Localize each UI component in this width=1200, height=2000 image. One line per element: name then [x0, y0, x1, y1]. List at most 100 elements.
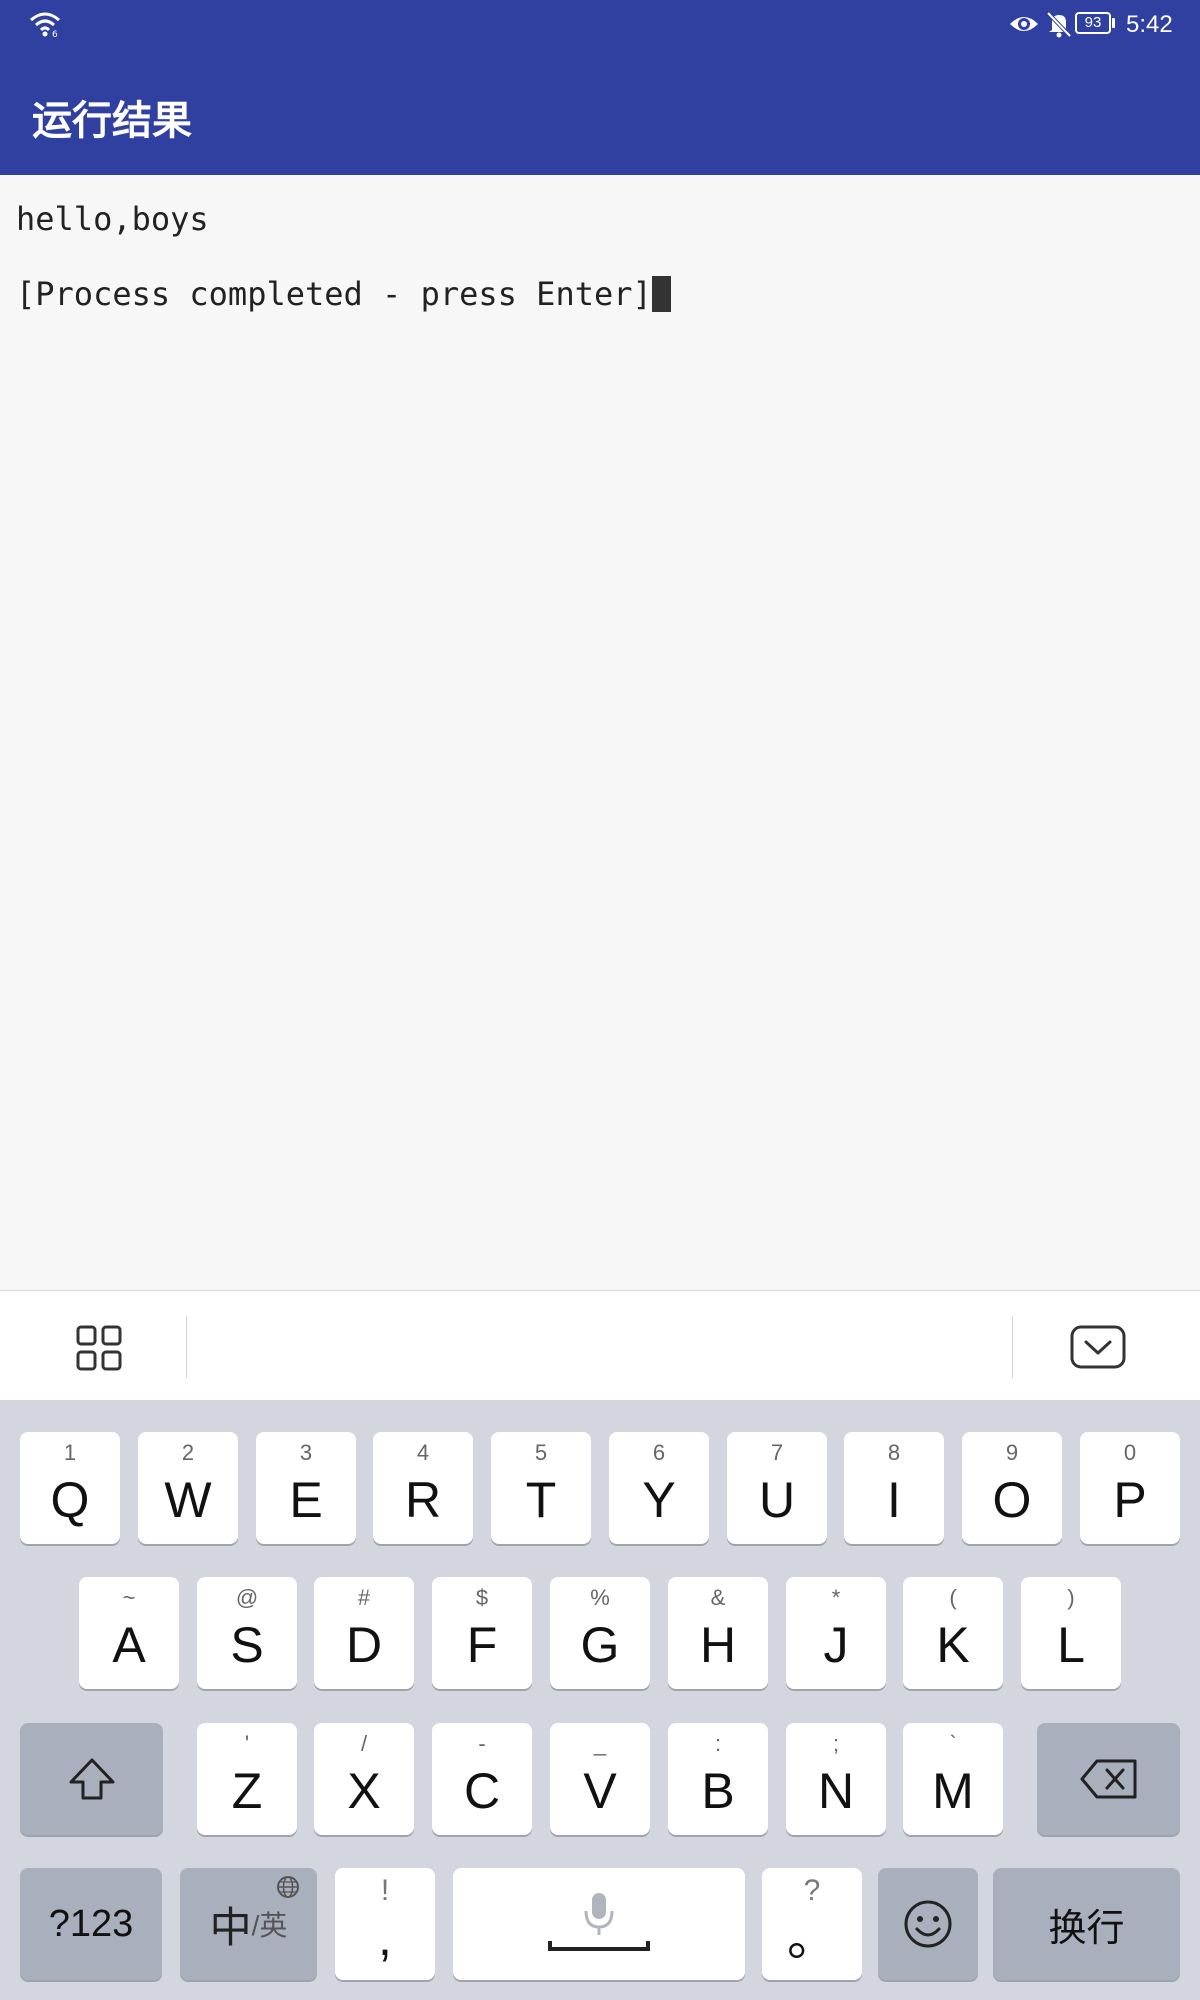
soft-keyboard: 1Q 2W 3E 4R 5T 6Y 7U 8I 9O 0P ~ A @ S # D $…	[0, 1400, 1200, 2000]
key-label: H	[699, 1617, 737, 1673]
terminal-line: [Process completed - press Enter]	[16, 275, 652, 313]
key-i[interactable]: 8I	[844, 1432, 944, 1544]
period-key[interactable]: ? 。	[762, 1868, 862, 1980]
key-p[interactable]: 0P	[1080, 1432, 1180, 1544]
grid-icon[interactable]	[76, 1325, 122, 1371]
wifi-icon: 6	[30, 12, 60, 38]
key-e[interactable]: 3E	[256, 1432, 356, 1544]
key-d[interactable]: # D	[314, 1577, 414, 1689]
key-a[interactable]: ~ A	[79, 1577, 179, 1689]
key-label: B	[701, 1763, 735, 1819]
comma-key[interactable]: ! ,	[335, 1868, 435, 1980]
key-alt: 2	[181, 1440, 195, 1465]
key-g[interactable]: % G	[550, 1577, 650, 1689]
key-z[interactable]: ' Z	[197, 1723, 297, 1835]
svg-text:6: 6	[52, 30, 58, 38]
toolbar-divider	[186, 1316, 187, 1378]
key-t[interactable]: 5T	[491, 1432, 591, 1544]
status-bar: 6 93 5:42	[0, 0, 1200, 50]
key-v[interactable]: _ V	[550, 1723, 650, 1835]
key-alt: 6	[652, 1440, 666, 1465]
backspace-icon	[1080, 1759, 1136, 1799]
key-label: L	[1057, 1617, 1085, 1673]
key-label: W	[164, 1472, 212, 1528]
key-label: O	[992, 1472, 1032, 1528]
key-sublabel: /英	[251, 1910, 288, 1941]
battery-tip	[1112, 18, 1115, 28]
key-n[interactable]: ; N	[786, 1723, 886, 1835]
key-alt: 3	[299, 1440, 313, 1465]
key-label: S	[230, 1617, 264, 1673]
key-alt: /	[360, 1731, 368, 1756]
key-label: C	[463, 1763, 501, 1819]
key-label: ?123	[48, 1902, 134, 1945]
key-label: U	[758, 1472, 796, 1528]
key-u[interactable]: 7U	[727, 1432, 827, 1544]
key-alt: _	[593, 1731, 607, 1756]
key-alt: '	[244, 1731, 250, 1756]
toolbar-divider	[1012, 1316, 1013, 1378]
key-c[interactable]: -C	[432, 1723, 532, 1835]
terminal-output[interactable]: hello,boys [Process completed - press En…	[0, 175, 1200, 1290]
terminal-line: hello,boys	[16, 200, 209, 238]
key-label: T	[525, 1472, 557, 1528]
eye-icon	[1010, 17, 1038, 31]
space-key[interactable]	[453, 1868, 745, 1980]
emoji-icon	[904, 1900, 952, 1948]
key-x[interactable]: / X	[314, 1723, 414, 1835]
key-w[interactable]: 2W	[138, 1432, 238, 1544]
key-label: 中	[209, 1903, 252, 1951]
key-label: A	[112, 1617, 146, 1673]
key-h[interactable]: & H	[668, 1577, 768, 1689]
key-k[interactable]: (K	[903, 1577, 1003, 1689]
key-alt: )	[1067, 1585, 1075, 1610]
key-label: N	[817, 1763, 855, 1819]
key-l[interactable]: ) L	[1021, 1577, 1121, 1689]
key-alt: ;	[832, 1731, 840, 1756]
app-bar: 运行结果	[0, 50, 1200, 175]
key-label: F	[466, 1617, 498, 1673]
text-cursor	[651, 276, 671, 312]
key-alt: 4	[416, 1440, 430, 1465]
key-r[interactable]: 4R	[373, 1432, 473, 1544]
backspace-key[interactable]	[1037, 1723, 1180, 1835]
key-o[interactable]: 9O	[962, 1432, 1062, 1544]
key-s[interactable]: @ S	[197, 1577, 297, 1689]
key-label: I	[887, 1472, 901, 1528]
key-alt: $	[475, 1585, 489, 1610]
key-label: V	[583, 1763, 617, 1819]
shift-key[interactable]	[20, 1723, 163, 1835]
key-label: D	[345, 1617, 383, 1673]
key-label: P	[1113, 1472, 1147, 1528]
key-label: 。	[787, 1910, 837, 1966]
key-m[interactable]: ` M	[903, 1723, 1003, 1835]
key-alt: 1	[63, 1440, 77, 1465]
key-j[interactable]: * J	[786, 1577, 886, 1689]
page-title: 运行结果	[32, 98, 192, 144]
key-y[interactable]: 6Y	[609, 1432, 709, 1544]
enter-key[interactable]: 换行	[993, 1868, 1180, 1980]
key-alt: %	[590, 1585, 610, 1610]
key-alt: ~	[122, 1585, 136, 1610]
key-label: R	[404, 1472, 442, 1528]
hide-keyboard-icon[interactable]	[1070, 1325, 1126, 1369]
key-label: ,	[378, 1910, 392, 1966]
key-label: Q	[50, 1472, 90, 1528]
emoji-key[interactable]	[878, 1868, 978, 1980]
key-alt: :	[714, 1731, 722, 1756]
key-q[interactable]: 1Q	[20, 1432, 120, 1544]
language-switch-key[interactable]: 中/英	[180, 1868, 317, 1980]
status-time: 5:42	[1126, 11, 1173, 38]
key-label: X	[347, 1763, 381, 1819]
key-alt: 5	[534, 1440, 548, 1465]
key-alt: 0	[1123, 1440, 1137, 1465]
symbols-key[interactable]: ?123	[20, 1868, 162, 1980]
key-alt: 7	[770, 1440, 784, 1465]
key-label: 换行	[1048, 1907, 1125, 1950]
key-alt: 9	[1005, 1440, 1019, 1465]
key-label: G	[580, 1617, 620, 1673]
key-b[interactable]: :B	[668, 1723, 768, 1835]
key-f[interactable]: $ F	[432, 1577, 532, 1689]
key-alt: -	[478, 1731, 486, 1756]
key-alt: @	[235, 1585, 259, 1610]
